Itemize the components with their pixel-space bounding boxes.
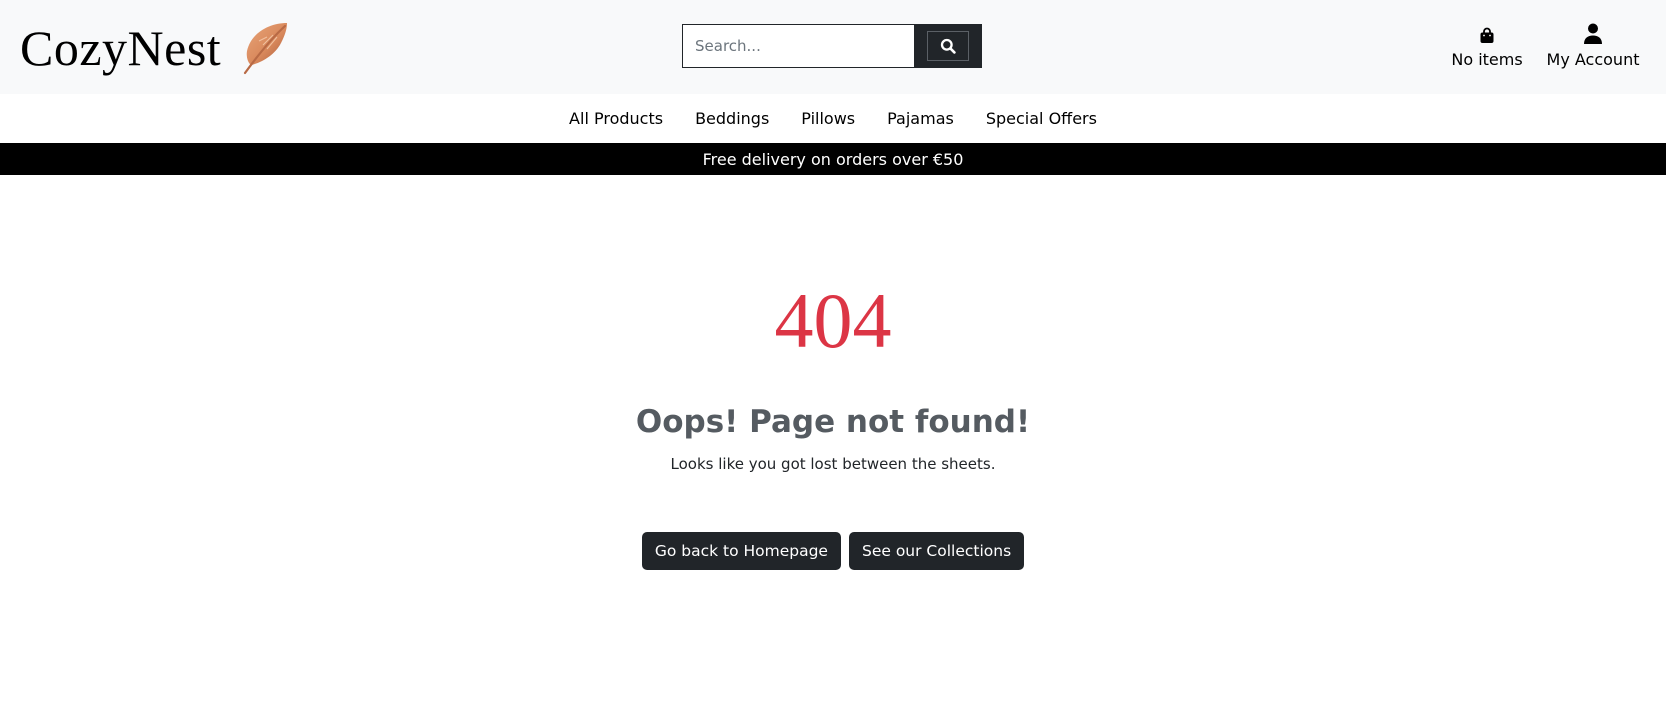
user-icon xyxy=(1583,22,1603,44)
account-link[interactable]: My Account xyxy=(1546,22,1640,69)
homepage-button[interactable]: Go back to Homepage xyxy=(641,532,841,570)
cart-link[interactable]: No items xyxy=(1451,22,1523,69)
brand-name[interactable]: CozyNest xyxy=(20,23,221,73)
account-label: My Account xyxy=(1546,50,1640,69)
brand-logo[interactable]: CozyNest xyxy=(20,18,289,78)
feather-icon xyxy=(244,23,288,75)
delivery-banner: Free delivery on orders over €50 xyxy=(0,143,1666,175)
error-code: 404 xyxy=(774,277,892,364)
nav-item-pillows[interactable]: Pillows xyxy=(785,109,871,128)
shopping-bag-icon xyxy=(1479,22,1495,44)
error-subtitle: Looks like you got lost between the shee… xyxy=(670,455,996,473)
error-actions: Go back to Homepage See our Collections xyxy=(0,532,1666,570)
collections-button[interactable]: See our Collections xyxy=(848,532,1025,570)
search-button-wrap xyxy=(914,25,981,67)
search-button[interactable] xyxy=(926,31,969,61)
site-header: CozyNest Search... No items My Account xyxy=(0,0,1666,94)
search-bar xyxy=(682,24,982,68)
delivery-banner-text: Free delivery on orders over €50 xyxy=(702,149,964,169)
cart-label: No items xyxy=(1451,50,1523,69)
error-title: Oops! Page not found! xyxy=(635,404,1031,440)
nav-item-pajamas[interactable]: Pajamas xyxy=(871,109,970,128)
search-icon xyxy=(940,38,956,54)
main-nav: All Products Beddings Pillows Pajamas Sp… xyxy=(0,94,1666,142)
nav-item-beddings[interactable]: Beddings xyxy=(679,109,785,128)
search-input[interactable] xyxy=(683,25,914,67)
nav-item-special-offers[interactable]: Special Offers xyxy=(970,109,1113,128)
nav-item-all-products[interactable]: All Products xyxy=(553,109,679,128)
